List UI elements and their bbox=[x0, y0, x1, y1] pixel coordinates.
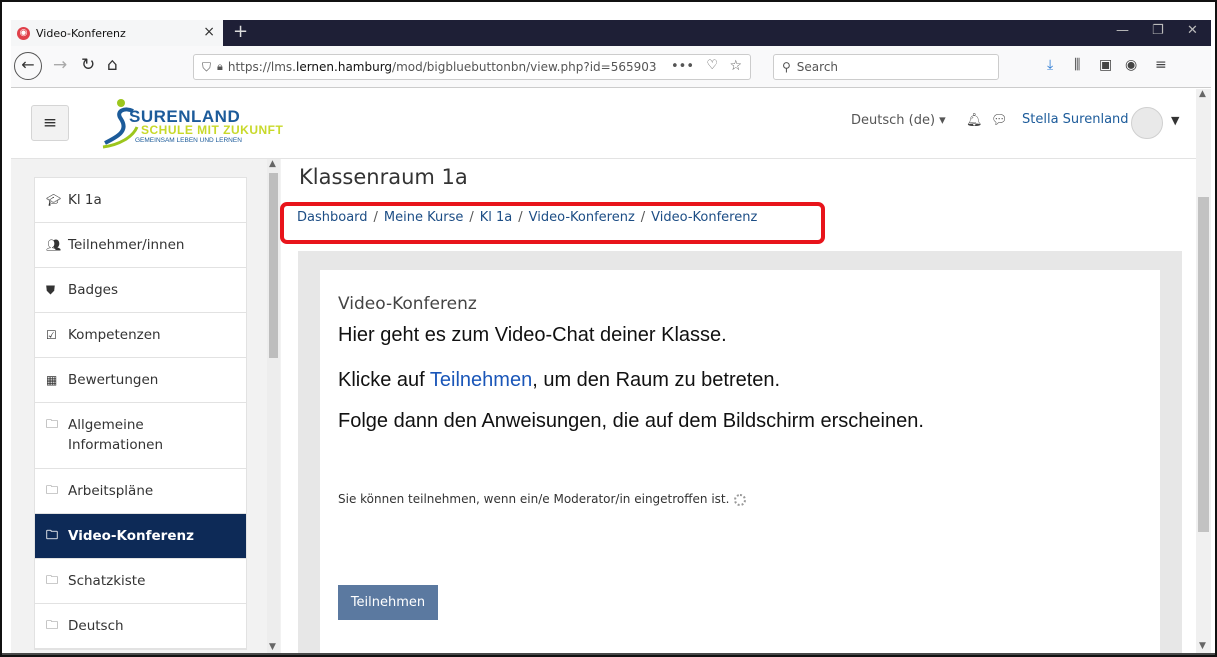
sidebar-item-general-info[interactable]: 🗀 Allgemeine Informationen bbox=[35, 403, 246, 469]
account-icon[interactable]: ◉ bbox=[1125, 57, 1137, 73]
sidebar-item-grades[interactable]: ▦ Bewertungen bbox=[35, 358, 246, 403]
window-close-icon[interactable]: ✕ bbox=[1187, 23, 1198, 38]
avatar[interactable] bbox=[1131, 107, 1163, 139]
browser-tab[interactable]: ◉ Video-Konferenz × bbox=[11, 20, 223, 46]
sidebar-scrollbar[interactable]: ▲ ▼ bbox=[267, 159, 280, 654]
language-label: Deutsch (de) bbox=[851, 113, 936, 128]
scroll-down-arrow-icon[interactable]: ▼ bbox=[269, 642, 276, 652]
page-scrollbar[interactable]: ▲ ▼ bbox=[1196, 89, 1211, 654]
join-button[interactable]: Teilnehmen bbox=[338, 585, 438, 620]
sidebar-item-kl1a[interactable]: 🎓︎ Kl 1a bbox=[35, 178, 246, 223]
language-menu[interactable]: Deutsch (de) ▾ bbox=[851, 113, 946, 128]
breadcrumb-highlight-box bbox=[280, 202, 825, 244]
sidebar-scrollbar-thumb[interactable] bbox=[269, 173, 278, 358]
reload-icon[interactable]: ↻ bbox=[81, 55, 95, 75]
download-icon[interactable]: ⤓ bbox=[1047, 57, 1053, 73]
back-button[interactable]: ← bbox=[14, 52, 42, 80]
tracking-shield-icon[interactable]: ⛉ bbox=[202, 60, 211, 75]
nav-drawer-list: 🎓︎ Kl 1a 👥︎ Teilnehmer/innen ⛊ Badges ☑ … bbox=[34, 177, 247, 650]
taskbar-strip bbox=[2, 653, 1215, 655]
search-icon: ⚲ bbox=[782, 60, 791, 74]
forward-button[interactable]: → bbox=[53, 55, 67, 75]
sidebar-item-badges[interactable]: ⛊ Badges bbox=[35, 268, 246, 313]
pocket-icon[interactable]: ♡ bbox=[706, 58, 718, 73]
scroll-down-arrow-icon[interactable]: ▼ bbox=[1199, 641, 1206, 651]
wait-message: Sie können teilnehmen, wenn ein/e Modera… bbox=[338, 492, 747, 506]
sidebar-item-german[interactable]: 🗀 Deutsch bbox=[35, 604, 246, 649]
logo-slogan: SCHULE MIT ZUKUNFT bbox=[141, 123, 284, 137]
sidebar-toggle-icon[interactable]: ▣ bbox=[1099, 57, 1112, 73]
url-bar[interactable]: ⛉ 🔒︎ https://lms. lernen.hamburg/mod/bigb… bbox=[193, 54, 751, 80]
intro-line-2-after: , um den Raum zu betreten. bbox=[532, 369, 781, 391]
new-tab-button[interactable]: + bbox=[233, 21, 248, 42]
lock-icon[interactable]: 🔒︎ bbox=[217, 60, 223, 74]
intro-line-3: Folge dann den Anweisungen, die auf dem … bbox=[338, 410, 924, 432]
sidebar-item-label: Arbeitspläne bbox=[68, 483, 154, 499]
checkbox-icon: ☑ bbox=[46, 328, 57, 342]
folder-icon: 🗀 bbox=[46, 572, 59, 587]
page-scrollbar-thumb[interactable] bbox=[1198, 197, 1209, 532]
folder-icon: 🗀 bbox=[46, 617, 59, 632]
sidebar-item-participants[interactable]: 👥︎ Teilnehmer/innen bbox=[35, 223, 246, 268]
sidebar-item-work-plans[interactable]: 🗀 Arbeitspläne bbox=[35, 469, 246, 514]
intro-join-link[interactable]: Teilnehmen bbox=[430, 369, 532, 391]
folder-icon: 🗀 bbox=[46, 482, 59, 497]
scroll-up-arrow-icon[interactable]: ▲ bbox=[269, 159, 276, 169]
site-header: ≡ SURENLAND SCHULE MIT ZUKUNFT GEMEINSAM… bbox=[11, 89, 1196, 159]
sidebar-item-video-conference[interactable]: 🗀 Video-Konferenz bbox=[35, 514, 246, 559]
sidebar-item-label: Bewertungen bbox=[68, 372, 159, 388]
sidebar-item-label: Video-Konferenz bbox=[68, 528, 194, 544]
notification-bell-icon[interactable]: 🔔︎ bbox=[966, 113, 983, 128]
close-tab-icon[interactable]: × bbox=[203, 24, 215, 40]
menu-icon[interactable]: ≡ bbox=[1155, 57, 1167, 73]
sidebar-item-label: Teilnehmer/innen bbox=[68, 237, 185, 253]
intro-line-2: Klicke auf Teilnehmen, um den Raum zu be… bbox=[338, 369, 780, 392]
graduation-cap-icon: 🎓︎ bbox=[46, 193, 62, 207]
search-placeholder: Search bbox=[796, 60, 839, 74]
sidebar-item-label: Allgemeine Informationen bbox=[68, 417, 164, 453]
url-host: lernen.hamburg bbox=[295, 60, 393, 74]
library-icon[interactable]: ⫼ bbox=[1074, 57, 1080, 73]
sidebar-item-label: Badges bbox=[68, 282, 119, 298]
screenshot-frame: ◉ Video-Konferenz × + — ❐ ✕ ← → ↻ ⌂ ⛉ 🔒︎… bbox=[0, 0, 1217, 657]
sidebar-item-competencies[interactable]: ☑ Kompetenzen bbox=[35, 313, 246, 358]
sidebar-item-label: Kl 1a bbox=[68, 192, 102, 208]
restore-icon[interactable]: ❐ bbox=[1152, 23, 1164, 38]
drawer-toggle-button[interactable]: ≡ bbox=[31, 105, 69, 141]
browser-tab-strip: ◉ Video-Konferenz × + — ❐ ✕ bbox=[11, 20, 1211, 46]
sidebar-item-label: Schatzkiste bbox=[68, 573, 146, 589]
loading-spinner-icon bbox=[734, 493, 747, 506]
bookmark-star-icon[interactable]: ☆ bbox=[729, 58, 742, 74]
activity-title: Video-Konferenz bbox=[338, 294, 477, 314]
logo-tagline: GEMEINSAM LEBEN UND LERNEN bbox=[135, 137, 242, 144]
intro-line-2-before: Klicke auf bbox=[338, 369, 430, 391]
home-icon[interactable]: ⌂ bbox=[107, 55, 118, 75]
search-bar[interactable]: ⚲ Search bbox=[773, 54, 999, 80]
intro-line-1: Hier geht es zum Video-Chat deiner Klass… bbox=[338, 324, 727, 346]
folder-icon: 🗀 bbox=[46, 527, 59, 542]
minimize-icon[interactable]: — bbox=[1116, 23, 1129, 38]
user-name[interactable]: Stella Surenland bbox=[1022, 112, 1129, 127]
page-actions-icon[interactable]: ••• bbox=[671, 59, 694, 74]
messages-icon[interactable]: 💬︎ bbox=[991, 113, 1008, 128]
page-title: Klassenraum 1a bbox=[299, 165, 468, 189]
browser-navbar: ← → ↻ ⌂ ⛉ 🔒︎ https://lms. lernen.hamburg /… bbox=[11, 46, 1211, 88]
tab-title: Video-Konferenz bbox=[36, 26, 126, 40]
site-logo[interactable]: SURENLAND SCHULE MIT ZUKUNFT GEMEINSAM L… bbox=[99, 97, 289, 153]
sidebar-item-label: Kompetenzen bbox=[68, 327, 161, 343]
users-icon: 👥︎ bbox=[46, 238, 62, 252]
url-path: /mod/bigbluebuttonbn/view.php?id=565903 bbox=[392, 60, 657, 74]
url-prefix: https://lms. bbox=[227, 60, 296, 74]
shield-icon: ⛊ bbox=[46, 282, 56, 297]
folder-icon: 🗀 bbox=[46, 417, 59, 431]
chevron-down-icon[interactable]: ▼ bbox=[1171, 114, 1179, 127]
sidebar-item-treasure-chest[interactable]: 🗀 Schatzkiste bbox=[35, 559, 246, 604]
sidebar-item-label: Deutsch bbox=[68, 618, 124, 634]
favicon-icon: ◉ bbox=[17, 26, 30, 40]
scroll-up-arrow-icon[interactable]: ▲ bbox=[1199, 89, 1206, 99]
table-icon: ▦ bbox=[46, 373, 58, 387]
wait-message-text: Sie können teilnehmen, wenn ein/e Modera… bbox=[338, 492, 730, 506]
